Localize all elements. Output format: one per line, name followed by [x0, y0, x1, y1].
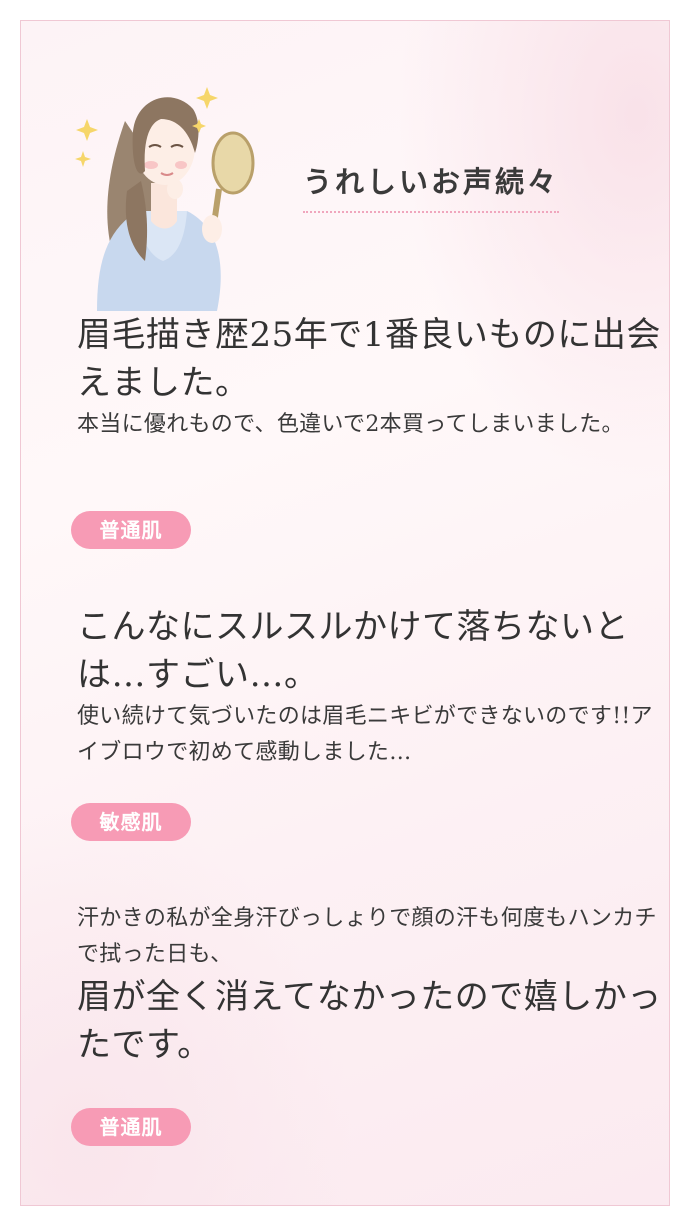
review-item: 汗かきの私が全身汗びっしょりで顔の汗も何度もハンカチで拭った日も、 眉が全く消え… [77, 901, 667, 1069]
review-body: 使い続けて気づいたのは眉毛ニキビができないのです!!アイブロウで初めて感動しまし… [77, 704, 653, 765]
review-headline: 眉が全く消えてなかったので嬉しかったです。 [77, 977, 662, 1065]
review-body: 本当に優れもので、色違いで2本買ってしまいました。 [77, 412, 624, 437]
review-body: 汗かきの私が全身汗びっしょりで顔の汗も何度もハンカチで拭った日も、 [77, 906, 657, 967]
woman-with-mirror-illustration [75, 87, 255, 311]
testimonial-card: うれしいお声続々 眉毛描き歴25年で1番良いものに出会えました。 本当に優れもの… [20, 20, 670, 1206]
review-headline: 眉毛描き歴25年で1番良いものに出会えました。 [77, 315, 661, 403]
review-item: こんなにスルスルかけて落ちないとは…すごい…。 使い続けて気づいたのは眉毛ニキビ… [77, 603, 667, 771]
skin-type-badge: 普通肌 [71, 511, 191, 549]
review-headline: こんなにスルスルかけて落ちないとは…すごい…。 [77, 607, 629, 695]
skin-type-badge: 敏感肌 [71, 803, 191, 841]
section-title: うれしいお声続々 [303, 159, 560, 213]
review-item: 眉毛描き歴25年で1番良いものに出会えました。 本当に優れもので、色違いで2本買… [77, 311, 667, 443]
skin-type-badge: 普通肌 [71, 1108, 191, 1146]
